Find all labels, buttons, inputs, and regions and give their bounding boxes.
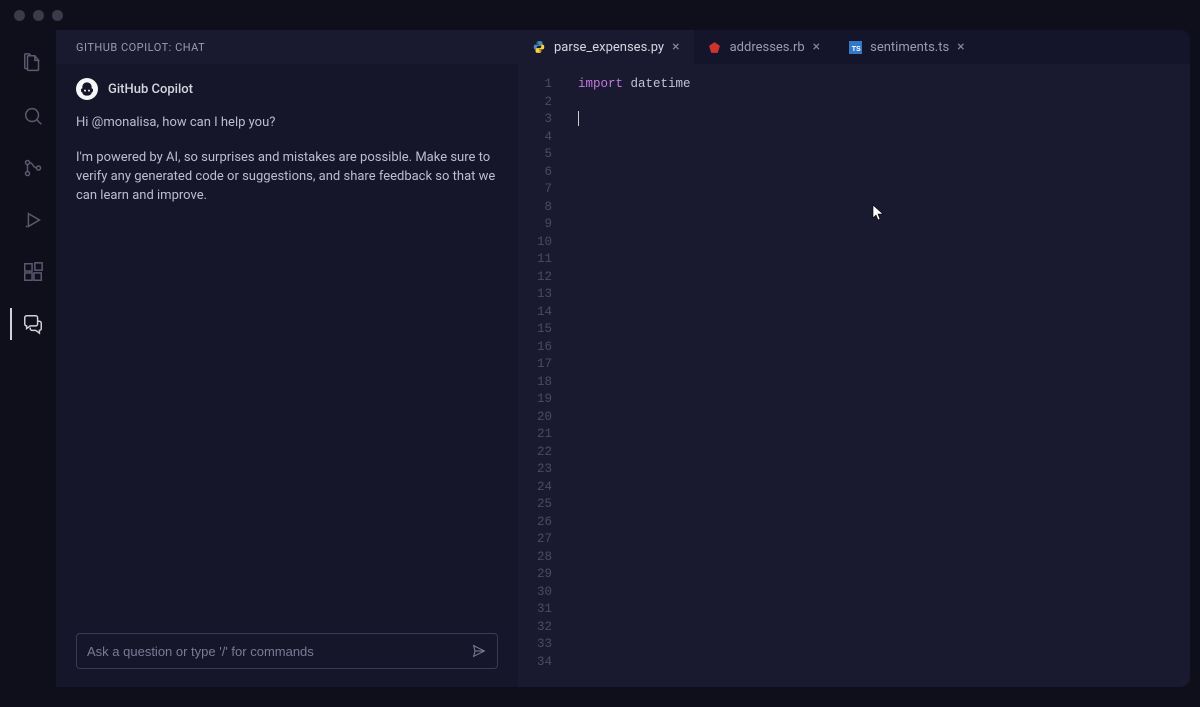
line-number: 25 bbox=[518, 496, 552, 514]
line-number: 32 bbox=[518, 619, 552, 637]
line-number: 24 bbox=[518, 479, 552, 497]
line-number: 19 bbox=[518, 391, 552, 409]
tab-addresses[interactable]: addresses.rb × bbox=[694, 30, 835, 64]
search-icon[interactable] bbox=[21, 104, 45, 128]
line-number: 4 bbox=[518, 129, 552, 147]
chat-input-container bbox=[76, 633, 498, 687]
window-minimize-dot[interactable] bbox=[33, 10, 44, 21]
tab-label: sentiments.ts bbox=[870, 40, 949, 55]
close-icon[interactable]: × bbox=[957, 40, 964, 54]
run-debug-icon[interactable] bbox=[21, 208, 45, 232]
copilot-avatar-icon bbox=[76, 78, 98, 100]
line-number: 28 bbox=[518, 549, 552, 567]
window-zoom-dot[interactable] bbox=[52, 10, 63, 21]
tab-label: addresses.rb bbox=[730, 40, 805, 55]
line-number: 9 bbox=[518, 216, 552, 234]
line-number: 26 bbox=[518, 514, 552, 532]
tab-label: parse_expenses.py bbox=[554, 40, 664, 55]
line-number: 15 bbox=[518, 321, 552, 339]
tab-parse-expenses[interactable]: parse_expenses.py × bbox=[518, 30, 694, 64]
line-number: 13 bbox=[518, 286, 552, 304]
chat-icon[interactable] bbox=[21, 312, 45, 336]
ruby-file-icon bbox=[708, 40, 722, 54]
line-number: 7 bbox=[518, 181, 552, 199]
line-number: 30 bbox=[518, 584, 552, 602]
tab-bar: parse_expenses.py × addresses.rb × TS se… bbox=[518, 30, 1190, 64]
line-number: 16 bbox=[518, 339, 552, 357]
line-number: 8 bbox=[518, 199, 552, 217]
line-number: 2 bbox=[518, 94, 552, 112]
line-number: 3 bbox=[518, 111, 552, 129]
ts-file-icon: TS bbox=[848, 40, 862, 54]
app-frame: GITHUB COPILOT: CHAT GitHub Copilot Hi @… bbox=[10, 30, 1190, 687]
line-number-gutter: 1234567891011121314151617181920212223242… bbox=[518, 76, 566, 687]
close-icon[interactable]: × bbox=[672, 40, 679, 54]
line-number: 18 bbox=[518, 374, 552, 392]
files-icon[interactable] bbox=[21, 52, 45, 76]
line-number: 12 bbox=[518, 269, 552, 287]
close-icon[interactable]: × bbox=[813, 40, 820, 54]
editor-group: parse_expenses.py × addresses.rb × TS se… bbox=[518, 30, 1190, 687]
line-number: 31 bbox=[518, 601, 552, 619]
python-file-icon bbox=[532, 40, 546, 54]
bot-identity-row: GitHub Copilot bbox=[76, 78, 498, 100]
code-content[interactable]: import datetime bbox=[566, 76, 1190, 687]
line-number: 34 bbox=[518, 654, 552, 672]
bot-name-label: GitHub Copilot bbox=[108, 82, 193, 97]
window-close-dot[interactable] bbox=[14, 10, 25, 21]
line-number: 21 bbox=[518, 426, 552, 444]
line-number: 1 bbox=[518, 76, 552, 94]
line-number: 29 bbox=[518, 566, 552, 584]
chat-body: GitHub Copilot Hi @monalisa, how can I h… bbox=[56, 64, 518, 687]
code-editor[interactable]: 1234567891011121314151617181920212223242… bbox=[518, 64, 1190, 687]
line-number: 17 bbox=[518, 356, 552, 374]
line-number: 33 bbox=[518, 636, 552, 654]
source-control-icon[interactable] bbox=[21, 156, 45, 180]
line-number: 23 bbox=[518, 461, 552, 479]
chat-input[interactable] bbox=[76, 633, 498, 669]
activity-bar bbox=[10, 30, 56, 687]
copilot-chat-panel: GITHUB COPILOT: CHAT GitHub Copilot Hi @… bbox=[56, 30, 518, 687]
line-number: 22 bbox=[518, 444, 552, 462]
tab-sentiments[interactable]: TS sentiments.ts × bbox=[834, 30, 979, 64]
chat-disclaimer: I'm powered by AI, so surprises and mist… bbox=[76, 149, 498, 206]
line-number: 10 bbox=[518, 234, 552, 252]
panel-title: GITHUB COPILOT: CHAT bbox=[56, 30, 518, 64]
extensions-icon[interactable] bbox=[21, 260, 45, 284]
line-number: 14 bbox=[518, 304, 552, 322]
svg-text:TS: TS bbox=[851, 45, 860, 52]
send-icon[interactable] bbox=[471, 643, 487, 659]
line-number: 5 bbox=[518, 146, 552, 164]
chat-greeting: Hi @monalisa, how can I help you? bbox=[76, 114, 498, 133]
line-number: 6 bbox=[518, 164, 552, 182]
line-number: 11 bbox=[518, 251, 552, 269]
chat-text-input[interactable] bbox=[87, 644, 471, 659]
line-number: 27 bbox=[518, 531, 552, 549]
window-titlebar bbox=[0, 0, 1200, 30]
line-number: 20 bbox=[518, 409, 552, 427]
